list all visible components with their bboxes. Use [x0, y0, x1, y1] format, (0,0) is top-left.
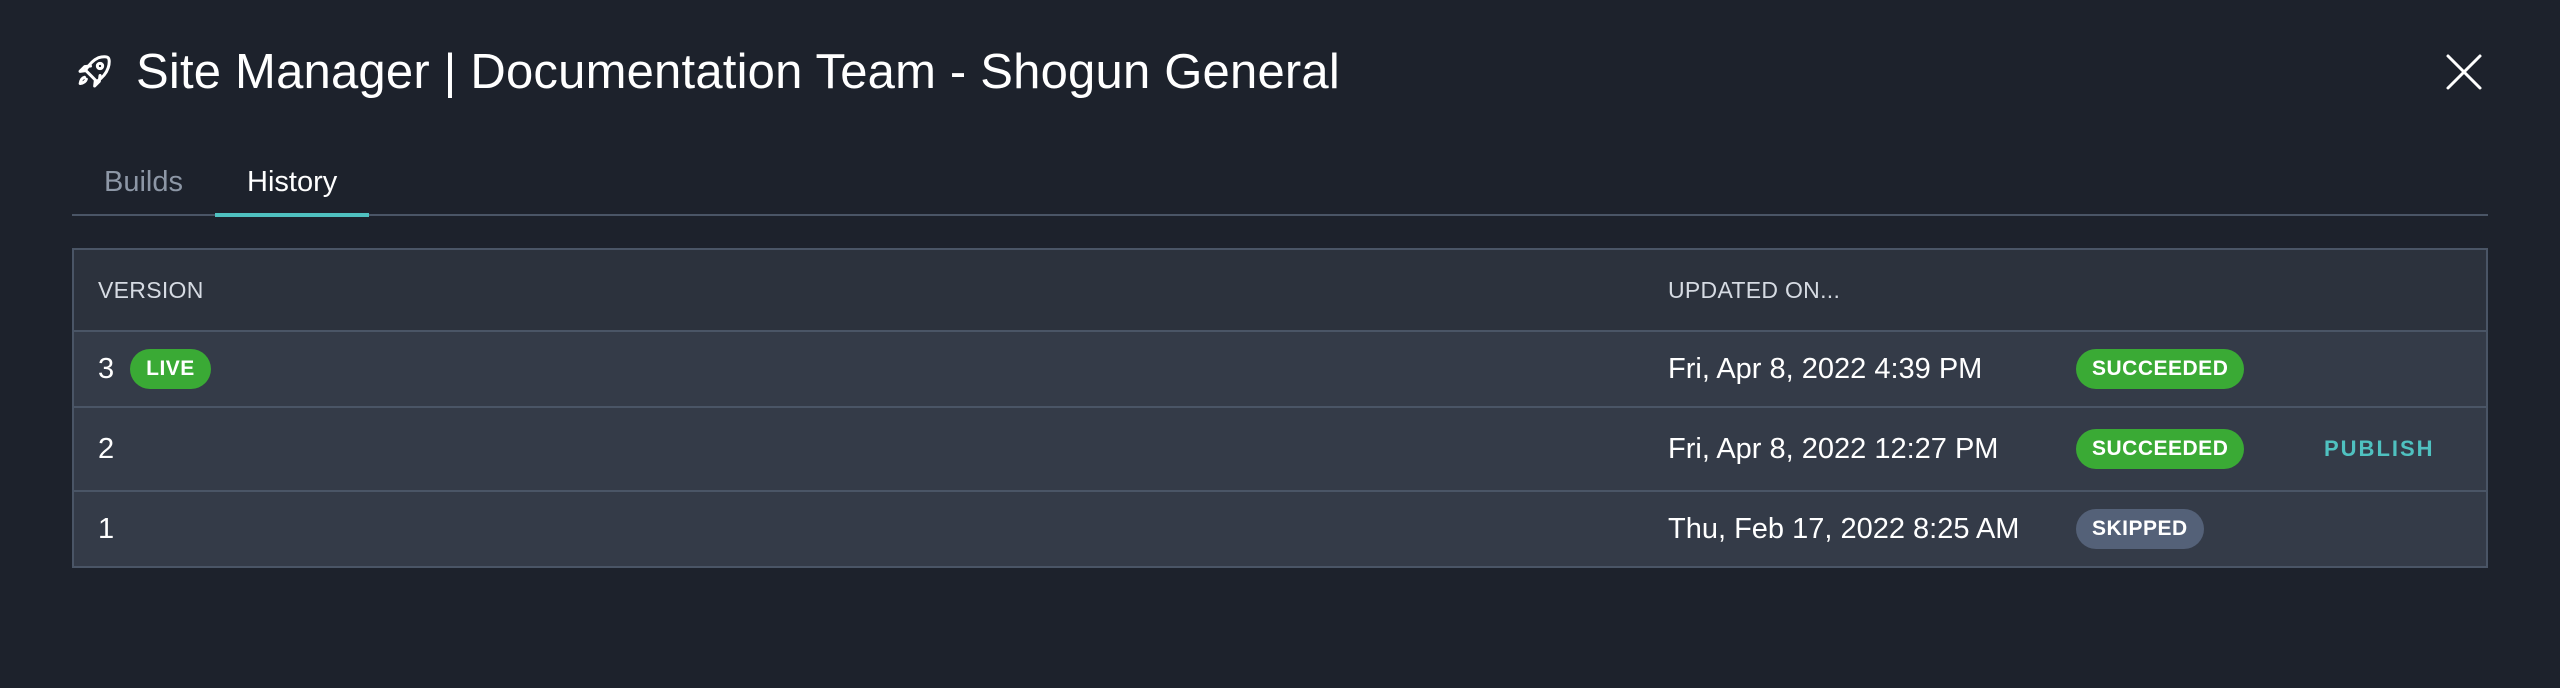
updated-on-cell: Thu, Feb 17, 2022 8:25 AM: [1668, 512, 2020, 545]
live-badge: LIVE: [130, 349, 211, 389]
column-header-version[interactable]: VERSION: [98, 277, 204, 304]
close-icon[interactable]: [2440, 48, 2488, 96]
status-badge: SKIPPED: [2076, 509, 2204, 549]
version-number: 1: [98, 512, 115, 545]
version-number: 2: [98, 432, 115, 465]
version-cell: 2: [98, 433, 114, 466]
history-table: VERSION UPDATED ON... 3 LIVE Fri, Apr 8,…: [72, 248, 2488, 568]
tab-builds[interactable]: Builds: [72, 150, 215, 214]
site-manager-dialog: Site Manager | Documentation Team - Shog…: [0, 0, 2560, 688]
tab-bar: Builds History: [72, 150, 2488, 217]
status-cell: SUCCEEDED: [2076, 349, 2245, 389]
table-row[interactable]: 2 Fri, Apr 8, 2022 12:27 PM SUCCEEDED PU…: [74, 406, 2486, 490]
status-cell: SUCCEEDED: [2076, 429, 2245, 469]
version-cell: 1: [98, 513, 114, 546]
updated-on-cell: Fri, Apr 8, 2022 4:39 PM: [1668, 352, 1983, 385]
rocket-icon: [72, 50, 116, 94]
table-row[interactable]: 1 Thu, Feb 17, 2022 8:25 AM SKIPPED: [74, 490, 2486, 566]
table-row[interactable]: 3 LIVE Fri, Apr 8, 2022 4:39 PM SUCCEEDE…: [74, 330, 2486, 406]
dialog-header: Site Manager | Documentation Team - Shog…: [72, 40, 1340, 104]
tab-history[interactable]: History: [215, 150, 370, 217]
status-badge: SUCCEEDED: [2076, 349, 2245, 389]
updated-on-cell: Fri, Apr 8, 2022 12:27 PM: [1668, 432, 1999, 465]
status-cell: SKIPPED: [2076, 509, 2204, 549]
action-cell: PUBLISH: [2324, 436, 2435, 462]
dialog-title: Site Manager | Documentation Team - Shog…: [136, 45, 1340, 99]
publish-button[interactable]: PUBLISH: [2324, 436, 2435, 461]
status-badge: SUCCEEDED: [2076, 429, 2245, 469]
version-number: 3: [98, 352, 115, 385]
version-cell: 3 LIVE: [98, 349, 211, 389]
column-header-updated-on[interactable]: UPDATED ON...: [1668, 277, 1840, 304]
table-header-row: VERSION UPDATED ON...: [74, 250, 2486, 330]
